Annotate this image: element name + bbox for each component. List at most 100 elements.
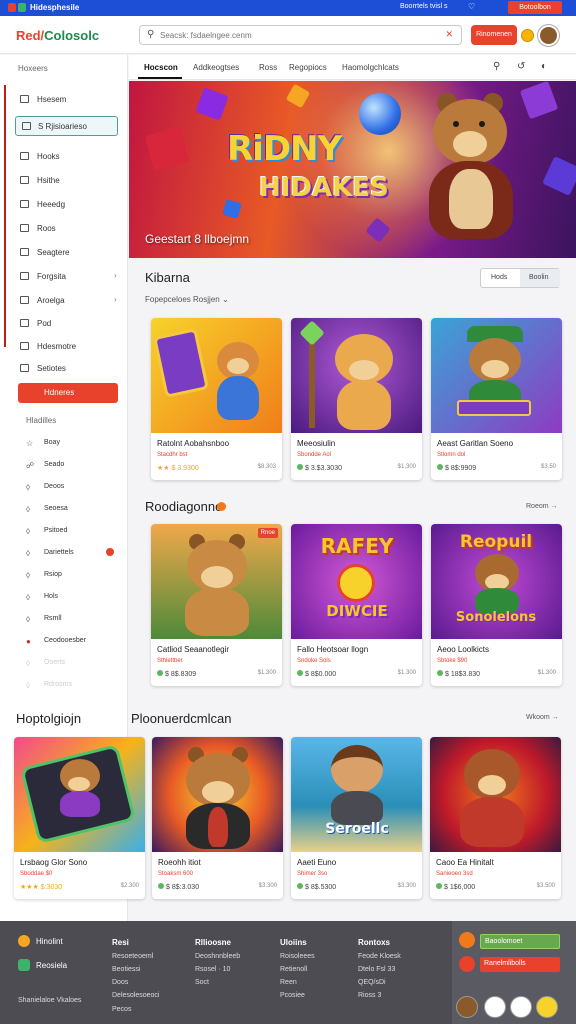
card-title: Fallo Heotsoar llogn bbox=[297, 645, 369, 654]
footer-link[interactable]: Soct bbox=[195, 979, 209, 986]
sidebar-sub-item[interactable]: ◊ Deoos bbox=[26, 480, 116, 494]
sidebar-sub-item[interactable]: ◊ Seoesa bbox=[26, 502, 116, 516]
game-card[interactable]: Reopuil Sonolelons Aeoo Loolkicts Sbtoke… bbox=[431, 524, 562, 686]
footer-link[interactable]: Beotiessi bbox=[112, 966, 140, 973]
tab-home[interactable]: Hocscon bbox=[144, 63, 178, 72]
sidebar-item-search[interactable]: S Rjisioarieso bbox=[15, 116, 118, 136]
sidebar-item-books[interactable]: Hooks bbox=[18, 148, 118, 164]
bell-icon[interactable]: ♡ bbox=[468, 2, 475, 11]
footer-link[interactable]: QEQ/sDi bbox=[358, 979, 386, 986]
search-input[interactable] bbox=[160, 29, 420, 42]
footer-green-button[interactable]: Baoolomoet bbox=[480, 934, 560, 949]
share-icon[interactable]: ↺ bbox=[517, 61, 525, 72]
card-price-value: $ 8$.8309 bbox=[165, 671, 197, 678]
segment-option[interactable]: Boolin bbox=[529, 274, 548, 281]
settings-icon: ◊ bbox=[26, 681, 30, 690]
footer-link[interactable]: Dtelo Fsl 33 bbox=[358, 966, 395, 973]
sidebar-sub-item[interactable]: ◊ Rsiop bbox=[26, 568, 116, 582]
sidebar-item-list[interactable]: Pod bbox=[18, 315, 118, 331]
sidebar-item-documents[interactable]: Hsithe bbox=[18, 172, 118, 188]
top-strip-cta-button[interactable]: Botoolbon bbox=[508, 1, 562, 14]
sidebar-sub-item[interactable]: ◊ Ooerts bbox=[26, 656, 116, 670]
search-bar[interactable]: ⚲ ✕ bbox=[139, 25, 462, 45]
game-card[interactable]: Meeosiulin Sbondde Aol $ 3.$3.3030 $1,30… bbox=[291, 318, 422, 480]
avatar[interactable] bbox=[536, 996, 558, 1018]
game-card[interactable]: Rnoe Catliod Seaanotlegir Sthlettber $ 8… bbox=[151, 524, 282, 686]
footer-link[interactable]: Reen bbox=[280, 979, 297, 986]
game-card[interactable]: RAFEY DIWCIE Fallo Heotsoar llogn Sndoke… bbox=[291, 524, 422, 686]
game-card[interactable]: Roeohh itiot Stoaksm 600 $ 8$:3.030 $3.3… bbox=[152, 737, 283, 899]
tab-news[interactable]: Ross bbox=[259, 63, 277, 72]
card-art: Seroellc bbox=[291, 737, 422, 852]
price-dot-icon bbox=[157, 670, 163, 676]
avatar[interactable] bbox=[456, 996, 478, 1018]
footer-column-heading: Resi bbox=[112, 938, 129, 947]
game-card[interactable]: Aeast Garitlan Soeno Stlomn dol $ 8$:990… bbox=[431, 318, 562, 480]
sidebar-sub-item[interactable]: ◊ Hols bbox=[26, 590, 116, 604]
card-title: Roeohh itiot bbox=[158, 858, 201, 867]
tab-regions[interactable]: Regopiocs bbox=[289, 63, 327, 72]
sidebar-item-stats[interactable]: Seagtere bbox=[18, 244, 118, 260]
sidebar-sub-item[interactable]: ● Ceodooesber bbox=[26, 634, 116, 648]
footer-brand[interactable]: Reosiela bbox=[36, 961, 67, 970]
footer-link[interactable]: Feode Kloesk bbox=[358, 953, 401, 960]
sidebar-sub-item[interactable]: ☍ Seado bbox=[26, 458, 116, 472]
avatar[interactable] bbox=[538, 25, 559, 46]
sidebar-sub-item[interactable]: ☆ Boay bbox=[26, 436, 116, 450]
card-meta: $8.303 bbox=[257, 464, 276, 470]
footer-link[interactable]: Pecos bbox=[112, 1006, 131, 1013]
sidebar-sub-item[interactable]: ◊ Rsmll bbox=[26, 612, 116, 626]
sidebar-item-tags[interactable]: Aroelga › bbox=[18, 292, 118, 308]
tab-categories[interactable]: Addkeogtses bbox=[193, 63, 239, 72]
footer-link[interactable]: Rioss 3 bbox=[358, 992, 381, 999]
globe-icon[interactable]: ◐ bbox=[541, 61, 547, 72]
footer-link[interactable]: Doos bbox=[112, 979, 128, 986]
footer-link[interactable]: Delesolesoeoci bbox=[112, 992, 159, 999]
sidebar-item-label: Hdesmotre bbox=[37, 342, 77, 351]
sidebar-sub-item[interactable]: ◊ Psitoed bbox=[26, 524, 116, 538]
search-icon[interactable]: ⚲ bbox=[493, 61, 500, 72]
sidebar-item-home[interactable]: Hsesem bbox=[18, 91, 118, 107]
sidebar-item-settings[interactable]: Setiotes bbox=[18, 360, 118, 376]
game-card[interactable]: Seroellc Aaeti Euno Shimer 3so $ 8$.5300… bbox=[291, 737, 422, 899]
card-price: $ 1$6,000 bbox=[436, 883, 475, 891]
card-meta: $1,300 bbox=[397, 464, 416, 470]
section-title: Ploonuerdcmlcan bbox=[131, 711, 232, 726]
chevron-right-icon: › bbox=[114, 295, 117, 304]
footer-red-button[interactable]: Ranelmlibolls bbox=[480, 957, 560, 972]
footer-link[interactable]: Pcosiee bbox=[280, 992, 305, 999]
sidebar-item-calendar[interactable]: Hdesmotre bbox=[18, 338, 118, 354]
sidebar-item-bookmarks[interactable]: Heeedg bbox=[18, 196, 118, 212]
clear-icon[interactable]: ✕ bbox=[445, 29, 453, 40]
sidebar-item-label: Setiotes bbox=[37, 364, 66, 373]
sidebar-sub-item[interactable]: ◊ Dariettels bbox=[26, 546, 116, 560]
card-art-subtitle: DIWCIE bbox=[326, 602, 388, 620]
game-card[interactable]: Caoo Ea Hinitalt Sanieoeo 3sd $ 1$6,000 … bbox=[430, 737, 561, 899]
brand-logo[interactable]: Red/Colosolc bbox=[16, 28, 99, 43]
sidebar-item-grid[interactable]: Roos bbox=[18, 220, 118, 236]
footer-brand[interactable]: Hinolint bbox=[36, 937, 63, 946]
footer-link[interactable]: Rsosel · 10 bbox=[195, 966, 230, 973]
hero-banner[interactable]: RiDNY HIDAKES Geestart 8 llboejmn bbox=[129, 81, 576, 258]
footer-link[interactable]: Deoshnnbleeb bbox=[195, 953, 240, 960]
coin-icon[interactable] bbox=[521, 29, 534, 42]
sidebar-item-folders[interactable]: Forgsita › bbox=[18, 268, 118, 284]
section-sort-dropdown[interactable]: Fopepceloes Rosjjen ⌄ bbox=[145, 295, 229, 304]
top-strip-link[interactable]: Boorrtels tvisl s bbox=[400, 3, 447, 10]
sidebar-sub-item[interactable]: ◊ Rdrosms bbox=[26, 678, 116, 692]
settings-icon[interactable] bbox=[510, 996, 532, 1018]
header-action-button[interactable]: Rinomenen bbox=[471, 25, 517, 45]
footer-link[interactable]: Resoeteoeml bbox=[112, 953, 153, 960]
view-all-link[interactable]: Wkoom → bbox=[526, 714, 559, 721]
sidebar-item-favorites[interactable]: Hdneres bbox=[18, 383, 118, 403]
footer-link[interactable]: Roisoleees bbox=[280, 953, 315, 960]
segment-option[interactable]: Hods bbox=[491, 274, 507, 281]
tab-highlights[interactable]: Haomolgchlcats bbox=[342, 63, 399, 72]
game-card[interactable]: Ratolnt Aobahsnboo Stacdhr bst ★★ $ 3.93… bbox=[151, 318, 282, 480]
footer-link[interactable]: Retienoll bbox=[280, 966, 307, 973]
chevron-down-icon: ⌄ bbox=[221, 295, 229, 304]
game-card[interactable]: Lrsbaog Glor Sono Sboddae $0 ★★★ $:3030 … bbox=[14, 737, 145, 899]
view-all-link[interactable]: Roeom → bbox=[526, 503, 558, 510]
chart-icon bbox=[20, 248, 29, 256]
chat-icon[interactable] bbox=[484, 996, 506, 1018]
